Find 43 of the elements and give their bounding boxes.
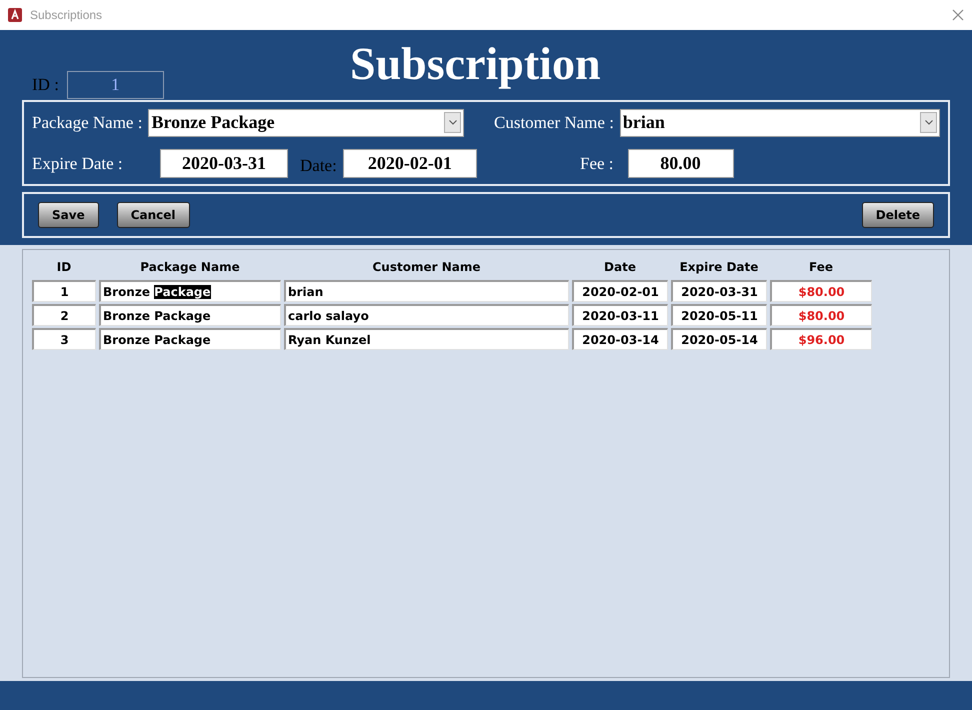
table-cell: $80.00 [770,304,872,326]
table-cell: carlo salayo [284,304,569,326]
field-label: Expire Date : [32,152,124,175]
table-cell: $80.00 [770,280,872,302]
column-header: Package Name [139,259,241,276]
table-cell: 3 [32,328,96,350]
field-label: Fee : [580,152,614,175]
window-title: Subscriptions [30,7,102,24]
table-cell: 2020-05-14 [671,328,767,350]
column-header: Expire Date [678,259,760,276]
form-button[interactable]: Save [38,202,99,228]
combo-box[interactable]: brian [620,108,940,136]
table-cell: 2020-03-14 [572,328,668,350]
table-cell: 2 [32,304,96,326]
form-button[interactable]: Delete [862,202,934,228]
input-field[interactable]: 2020-03-31 [160,149,288,178]
field-label: Package Name : [32,112,142,134]
form-button[interactable]: Cancel [116,202,190,228]
column-header: Customer Name [372,259,482,276]
close-icon[interactable] [952,9,964,21]
table-cell: $96.00 [770,328,872,350]
column-header: Fee [808,259,834,276]
table-cell: 2020-03-31 [671,280,767,302]
table-cell: 2020-05-11 [671,304,767,326]
table-cell: brian [284,280,569,302]
input-field[interactable]: 2020-02-01 [342,149,477,178]
table-cell: Ryan Kunzel [284,328,569,350]
table-cell: 2020-03-11 [572,304,668,326]
table-cell: 2020-02-01 [572,280,668,302]
table-cell: Bronze Package [99,304,281,326]
table-cell: 1 [32,280,96,302]
table-cell: Bronze Package [99,280,281,302]
column-header: ID [56,259,72,276]
column-header: Date [603,259,637,276]
app-icon [8,8,22,22]
table-cell: Bronze Package [99,328,281,350]
input-field[interactable]: 80.00 [628,149,734,178]
id-field[interactable]: 1 [66,71,164,99]
combo-box[interactable]: Bronze Package [148,108,464,136]
form-title: Subscription [350,37,601,91]
id-label: ID : [32,74,59,96]
field-label: Date: [300,154,337,177]
field-label: Customer Name : [494,112,614,134]
